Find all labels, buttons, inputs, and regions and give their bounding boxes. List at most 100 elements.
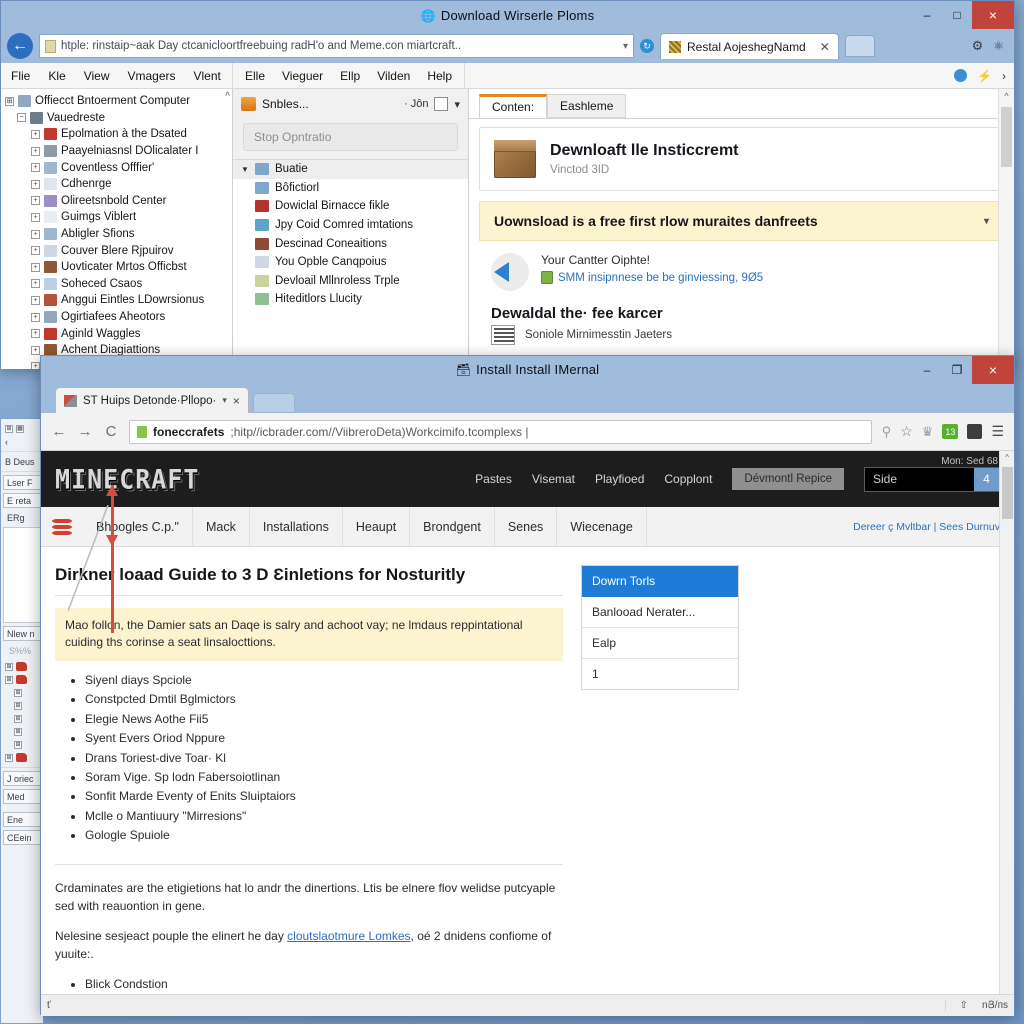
sidebar-item-help[interactable]: Ealp [582,628,738,659]
expander-icon[interactable]: ⊞ [5,753,13,762]
list-item[interactable]: Descinad Coneaitions [233,234,468,253]
tree-item-12[interactable]: + Ogirtiafees Aheotors [3,309,232,326]
back-window-controls[interactable]: – □ × [912,1,1014,29]
strip-back[interactable]: ‹ [5,435,39,448]
background-browser-window[interactable]: 🌐 Download Wirserle Ploms – □ × ← htple: … [0,0,1015,369]
sidebar-item-download-tools[interactable]: Dowrn Torls [582,566,738,597]
strip-tree-row-7[interactable]: ⊞ [5,751,39,764]
chevron-down-icon[interactable]: ▼ [241,165,249,174]
site-search[interactable]: Side 4 [864,466,1000,492]
close-button[interactable]: × [972,356,1014,384]
strip-icons[interactable]: ⊞ ▦ [5,422,39,435]
back-window-navbar[interactable]: ← htple: rinstaip~aak Day ctcanicloortfr… [1,29,1014,63]
expander-icon[interactable]: + [31,212,40,222]
tree-item-3[interactable]: + Coventless Offfier' [3,159,232,176]
strip-section-1[interactable]: B Deus [1,452,43,472]
subnav-item-0[interactable]: Bhoogles C.p." [83,507,193,546]
reload-icon[interactable]: C [103,423,119,440]
subnav-item-1[interactable]: Mack [193,507,250,546]
expander-icon[interactable]: + [31,262,40,272]
maximize-button[interactable]: ❐ [942,356,972,384]
list-item[interactable]: Bôfictiorl [233,179,468,198]
status-right[interactable]: ⇧ nՅ/пѕ [944,1000,1008,1011]
expander-icon[interactable]: ⊞ [14,714,22,723]
expander-icon[interactable]: ⊞ [14,688,22,697]
menu-item-4[interactable]: Vlent [194,69,221,83]
minimize-button[interactable]: – [912,1,942,29]
middle-item-list[interactable]: ▼ Buatie Bôfictiorl Dowiclal Birnacce fikle… [233,159,468,369]
back-address-bar[interactable]: htple: rinstaip~aak Day ctcanicloortfree… [39,34,634,58]
scroll-up-icon[interactable]: ^ [1000,451,1014,462]
strip-button-2[interactable]: E reta [3,493,41,508]
list-item[interactable]: Dowiclal Birnacce fikle [233,197,468,216]
tree-item-11[interactable]: + Anggui Eintles LDowrsionus [3,292,232,309]
strip-list-area[interactable] [3,527,41,623]
subnav-item-6[interactable]: Wiecenage [557,507,647,546]
expander-icon[interactable]: + [31,295,40,305]
expander-icon[interactable]: − [17,113,26,123]
back-arrow-icon[interactable]: ← [7,33,33,59]
strip-tree-row-2[interactable]: ⊞ [5,686,39,699]
tree-rows[interactable]: − Vauedreste + Epolmation à the Dsated + Paay… [3,110,232,369]
content-scrollbar[interactable]: ^ [998,89,1014,369]
back-browser-tab[interactable]: Restal AojeshegNamd ✕ [660,33,839,59]
subnav-item-3[interactable]: Heaupt [343,507,411,546]
help-icon[interactable]: ⚛ [993,39,1004,53]
strip-tree[interactable]: ⊞ ⊞ ⊞ ⊞ ⊞ ⊞ ⊞ ⊞ [1,657,43,768]
refresh-icon[interactable]: ↻ [640,39,654,53]
forward-icon[interactable]: → [77,423,93,440]
expander-icon[interactable]: + [31,196,40,206]
tree-item-6[interactable]: + Guimgs Viblert [3,209,232,226]
list-item[interactable]: Hiteditlors Llucity [233,290,468,309]
strip-button-new[interactable]: Nlew n [3,626,41,641]
expander-icon[interactable]: + [31,279,40,289]
grid-icon[interactable]: ⊞ [5,424,13,433]
chrome-tab-active[interactable]: ST Huips Detonde·Pllopo· ▾ × [55,387,249,413]
middle-header-right[interactable]: · Jôn ▾ [404,97,460,111]
strip-tree-row-1[interactable]: ⊞ [5,673,39,686]
tree-item-9[interactable]: + Uovticater Mrtos Officbst [3,259,232,276]
sidebar-item-download-newer[interactable]: Banlooad Nerater... [582,597,738,628]
menu2-item-1[interactable]: Vieguer [282,69,323,83]
settings-icon[interactable]: ⚙ [972,38,984,54]
close-button[interactable]: × [972,1,1014,29]
notification-badge[interactable]: 13 [942,424,959,439]
menu-item-1[interactable]: Kle [48,69,65,83]
subnav-item-5[interactable]: Senes [495,507,558,546]
menu2-item-0[interactable]: Elle [245,69,265,83]
menu-item-2[interactable]: View [84,69,110,83]
chevron-down-icon[interactable]: ▾ [222,395,227,406]
chevron-right-icon[interactable]: › [1002,69,1006,83]
info-icon[interactable] [954,69,968,82]
sidebar-menu[interactable]: Dowrn Torls Banlooad Nerater... Ealp 1 [581,565,739,690]
menu2-item-3[interactable]: Vilden [377,69,410,83]
menu-item-3[interactable]: Vmagers [127,69,175,83]
panel-icon[interactable]: ▦ [16,424,24,433]
list-item[interactable]: Jpy Coid Comred imtations [233,216,468,235]
chevron-down-icon[interactable]: ▾ [623,41,628,52]
subnav-item-4[interactable]: Brondgent [410,507,495,546]
folder-tree-pane[interactable]: ⊞ Offiecct Bntoerment Computer ^ − Vauedr… [1,89,233,369]
strip-toolbar[interactable]: ⊞ ▦ ‹ [1,419,43,452]
front-window-titlebar[interactable]: 🗃 Install Install IMernal – ❐ × [41,356,1014,384]
bolt-icon[interactable]: ⚡ [977,69,992,83]
content-tabs[interactable]: Conten: Eashleme [469,89,1014,119]
close-icon[interactable]: ✕ [820,40,830,54]
back-toolbar-icons[interactable]: ⚙ ⚛ [972,38,1008,54]
menubar-left-group[interactable]: Flie Kle View Vmagers Vlent [1,63,233,88]
person-icon[interactable]: ⚲ [882,424,892,440]
menu2-item-2[interactable]: Ellp [340,69,360,83]
chrome-tabstrip[interactable]: ST Huips Detonde·Pllopo· ▾ × [41,383,1014,413]
expander-icon[interactable]: ⊞ [5,662,13,671]
strip-tree-row-4[interactable]: ⊞ [5,712,39,725]
chrome-toolbar[interactable]: ← → C foneccrafets ;hitp//icbrader.com//… [41,413,1014,451]
tree-item-0[interactable]: − Vauedreste [3,110,232,127]
minecraft-logo[interactable]: MINECRAFT [55,463,199,494]
site-subnav[interactable]: Bhoogles C.p." Mack Installations Heaupt… [41,507,1014,547]
tree-item-2[interactable]: + Paayelniasnsl DOlicalater I [3,143,232,160]
menubar-right-group[interactable]: Elle Vieguer Ellp Vilden Help [233,63,465,88]
expander-icon[interactable]: + [31,329,40,339]
page-scrollbar[interactable]: ^ ˅ [999,451,1014,1016]
strip-button-6[interactable]: CEein [3,830,41,845]
search-input[interactable]: Stop Opntratio [243,123,458,151]
